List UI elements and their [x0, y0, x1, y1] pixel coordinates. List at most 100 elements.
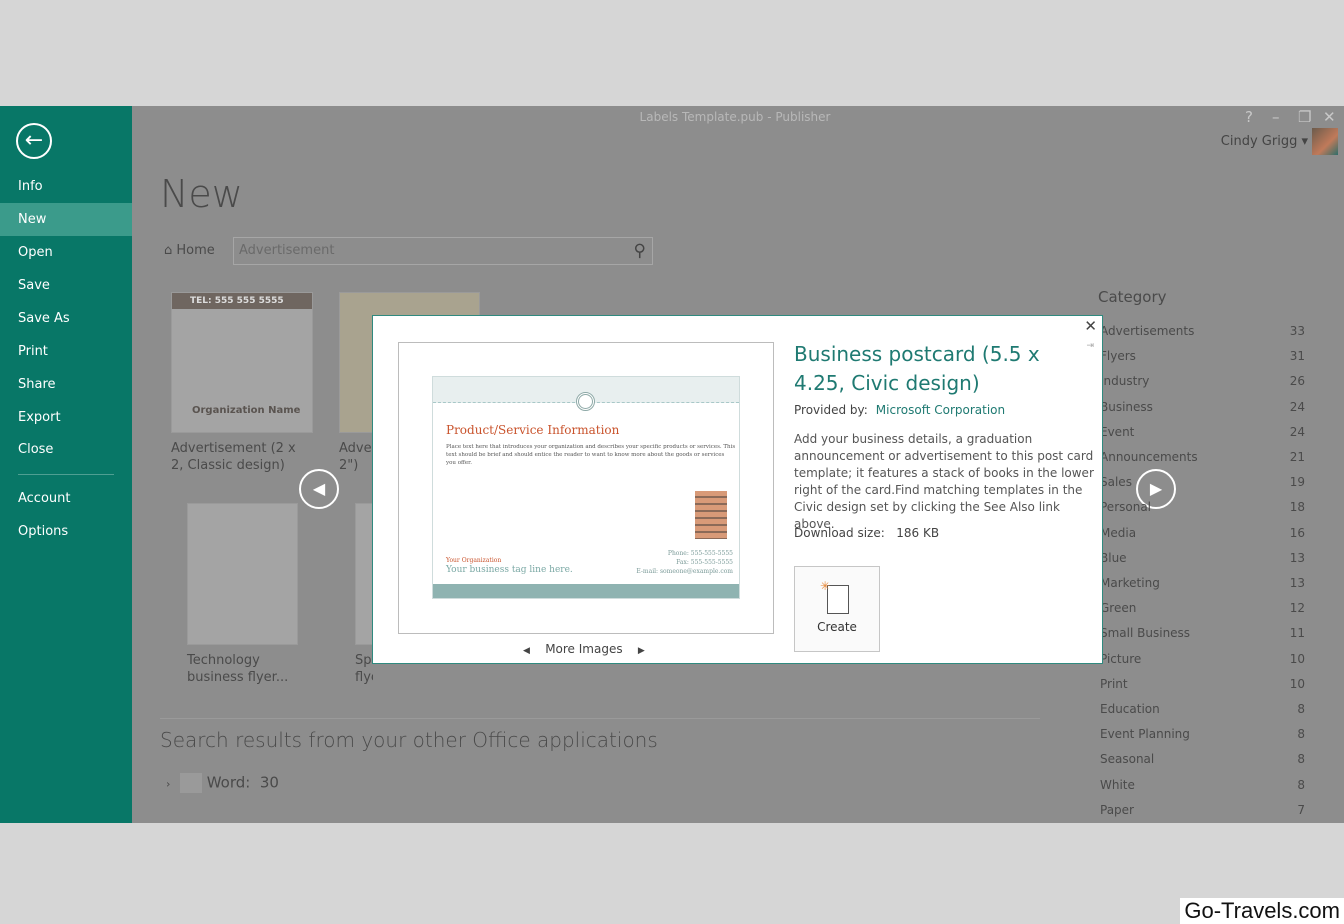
sidebar-item-save-as[interactable]: Save As — [0, 302, 132, 335]
word-results[interactable]: › Word: 30 — [166, 773, 279, 793]
template-preview-dialog: Product/Service Information Place text h… — [372, 315, 1103, 664]
category-count: 26 — [1289, 374, 1305, 389]
category-count: 7 — [1297, 802, 1305, 817]
category-name: Event Planning — [1100, 727, 1190, 742]
restore-icon[interactable]: ❐ — [1298, 108, 1311, 126]
sidebar-item-print[interactable]: Print — [0, 335, 132, 368]
category-item[interactable]: Industry 26 — [1100, 374, 1305, 388]
create-button[interactable]: ✳ Create — [794, 566, 880, 652]
category-count: 18 — [1289, 500, 1305, 515]
template-caption[interactable]: Advertisement (2 x 2, Classic design) — [171, 440, 311, 474]
category-count: 33 — [1289, 324, 1305, 338]
sparkle-icon: ✳ — [820, 579, 831, 593]
category-item[interactable]: Seasonal 8 — [1100, 752, 1305, 766]
category-item[interactable]: Announcements 21 — [1100, 450, 1305, 464]
home-label: Home — [176, 243, 215, 258]
search-icon[interactable]: ⚲ — [634, 241, 646, 261]
close-icon[interactable]: ✕ — [1323, 108, 1336, 126]
next-image-icon[interactable]: ▶ — [638, 646, 645, 656]
category-item[interactable]: Small Business 11 — [1100, 626, 1305, 640]
category-name: Advertisements — [1100, 324, 1195, 338]
dialog-close-icon[interactable]: ✕ — [1084, 317, 1097, 335]
category-count: 12 — [1289, 601, 1305, 616]
template-caption[interactable]: Technology business flyer... — [187, 652, 297, 686]
sidebar-item-options[interactable]: Options — [0, 515, 132, 548]
category-item[interactable]: White 8 — [1100, 778, 1305, 792]
template-thumbnail[interactable]: TEL: 555 555 5555 Organization Name — [171, 292, 313, 433]
sidebar-item-account[interactable]: Account — [0, 482, 132, 515]
category-count: 10 — [1289, 676, 1305, 691]
template-description: Add your business details, a graduation … — [794, 432, 1094, 531]
avatar[interactable] — [1312, 128, 1338, 155]
category-name: Business — [1100, 399, 1153, 414]
sidebar-item-new[interactable]: New — [0, 203, 132, 236]
sidebar-item-open[interactable]: Open — [0, 236, 132, 269]
word-label: Word: — [206, 773, 251, 792]
category-name: Media — [1100, 525, 1137, 540]
category-item[interactable]: Flyers 31 — [1100, 349, 1305, 363]
provided-by-label: Provided by: — [794, 403, 868, 417]
expand-chevron-icon: › — [166, 777, 171, 791]
user-name[interactable]: Cindy Grigg ▾ — [1221, 134, 1308, 149]
category-heading: Category — [1098, 288, 1167, 306]
template-title: Business postcard (5.5 x 4.25, Civic des… — [794, 342, 1040, 395]
provider-link[interactable]: Microsoft Corporation — [876, 403, 1005, 417]
category-item[interactable]: Green 12 — [1100, 601, 1305, 615]
card-body: Place text here that introduces your org… — [446, 444, 736, 466]
search-input[interactable]: Advertisement ⚲ — [233, 237, 653, 265]
minimize-icon[interactable]: – — [1272, 108, 1280, 126]
download-size: Download size: 186 KB — [794, 526, 939, 540]
category-count: 11 — [1289, 626, 1305, 641]
thumb-tel: TEL: 555 555 5555 — [172, 293, 312, 309]
category-name: White — [1100, 777, 1135, 792]
help-icon[interactable]: ? — [1245, 108, 1253, 126]
category-item[interactable]: Event 24 — [1100, 425, 1305, 439]
sidebar-item-close[interactable]: Close — [0, 433, 132, 466]
category-name: Sales — [1100, 475, 1132, 490]
category-item[interactable]: Paper 7 — [1100, 803, 1305, 817]
category-item[interactable]: Sales 19 — [1100, 475, 1305, 489]
card-title: Product/Service Information — [446, 423, 620, 437]
pin-icon[interactable]: ⇥ — [1086, 341, 1094, 351]
category-item[interactable]: Advertisements 33 — [1100, 324, 1305, 338]
category-name: Picture — [1100, 651, 1142, 666]
sidebar-item-export[interactable]: Export — [0, 401, 132, 434]
category-item[interactable]: Event Planning 8 — [1100, 727, 1305, 741]
category-name: Announcements — [1100, 450, 1198, 464]
category-count: 13 — [1289, 576, 1305, 590]
watermark: Go-Travels.com — [1180, 898, 1344, 924]
category-item[interactable]: Print 10 — [1100, 677, 1305, 691]
card-contact: Phone: 555-555-5555 Fax: 555-555-5555 E-ma… — [636, 549, 733, 576]
download-size-label: Download size: — [794, 526, 885, 540]
card-fax: Fax: 555-555-5555 — [676, 559, 733, 566]
card-email: E-mail: someone@example.com — [636, 568, 733, 575]
prev-image-icon[interactable]: ◀ — [523, 646, 530, 656]
card-phone: Phone: 555-555-5555 — [667, 550, 733, 557]
category-item[interactable]: Marketing 13 — [1100, 576, 1305, 590]
category-item[interactable]: Education 8 — [1100, 702, 1305, 716]
thumb-org: Organization Name — [192, 405, 301, 416]
category-name: Green — [1100, 601, 1137, 616]
category-item[interactable]: Media 16 — [1100, 526, 1305, 540]
category-count: 21 — [1289, 450, 1305, 464]
previous-template-button[interactable]: ◀ — [299, 469, 339, 509]
template-caption[interactable]: Spr flyer — [355, 652, 373, 686]
provider-row: Provided by: Microsoft Corporation — [794, 403, 1005, 417]
category-item[interactable]: Picture 10 — [1100, 652, 1305, 666]
back-arrow-icon[interactable]: ← — [16, 123, 52, 159]
category-count: 31 — [1289, 349, 1305, 364]
home-link[interactable]: ⌂ Home — [164, 243, 215, 258]
sidebar-item-share[interactable]: Share — [0, 368, 132, 401]
category-item[interactable]: Personal 18 — [1100, 500, 1305, 514]
template-thumbnail[interactable] — [187, 503, 298, 645]
new-document-icon — [827, 585, 849, 614]
word-count: 30 — [259, 773, 279, 792]
more-images-label: More Images — [545, 642, 623, 656]
sidebar-item-info[interactable]: Info — [0, 170, 132, 203]
search-value: Advertisement — [239, 243, 335, 258]
category-name: Paper — [1100, 802, 1134, 817]
category-item[interactable]: Blue 13 — [1100, 551, 1305, 565]
sidebar-divider — [18, 474, 114, 475]
sidebar-item-save[interactable]: Save — [0, 269, 132, 302]
category-item[interactable]: Business 24 — [1100, 400, 1305, 414]
